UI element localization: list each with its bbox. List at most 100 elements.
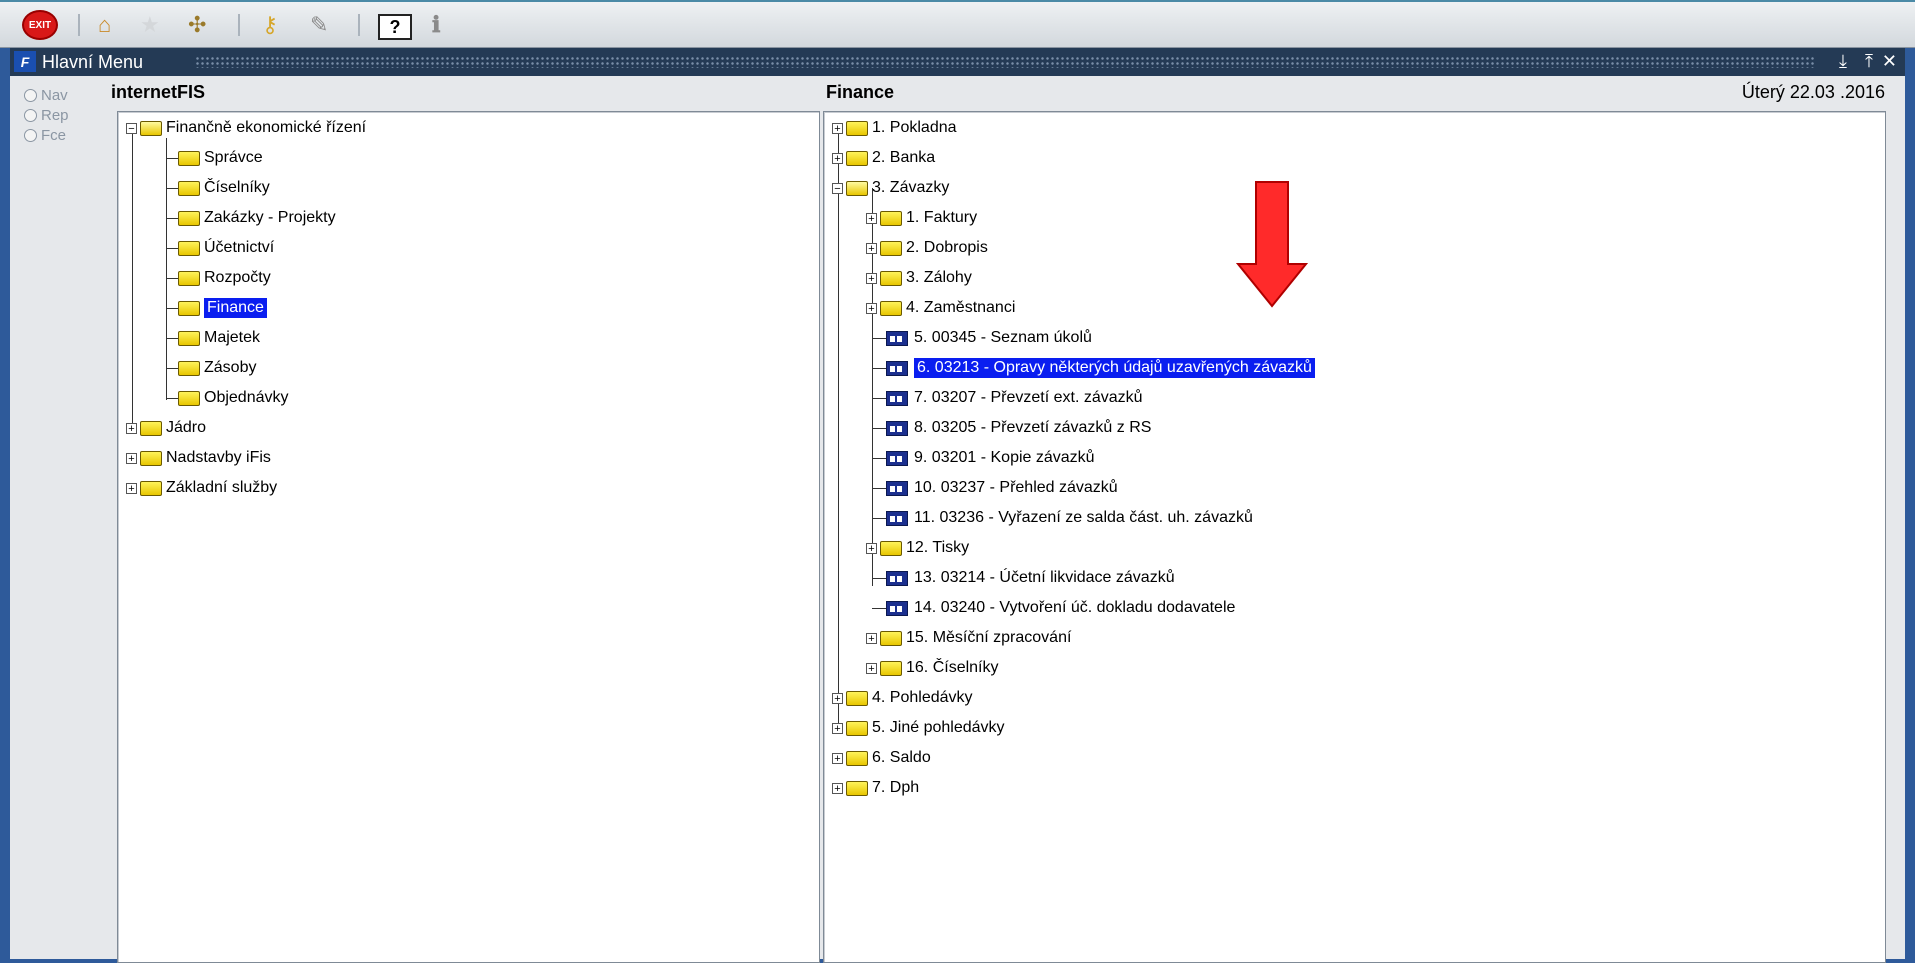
tree-node-saldo[interactable]: +6. Saldo bbox=[832, 746, 931, 770]
radio-circle-icon bbox=[24, 89, 37, 102]
tree-node-mesicni-zpracovani[interactable]: +15. Měsíční zpracování bbox=[866, 626, 1071, 650]
form-icon bbox=[886, 330, 908, 346]
tree-line bbox=[166, 398, 178, 399]
folder-icon bbox=[880, 300, 902, 316]
folder-icon bbox=[880, 660, 902, 676]
tree-node-jine-pohledavky[interactable]: +5. Jiné pohledávky bbox=[832, 716, 1005, 740]
folder-icon bbox=[846, 690, 868, 706]
form-icon bbox=[886, 510, 908, 526]
folder-icon bbox=[178, 360, 200, 376]
expand-icon: + bbox=[866, 632, 877, 644]
tree-node-root[interactable]: − Finančně ekonomické řízení bbox=[126, 116, 366, 140]
tree-line bbox=[166, 308, 178, 309]
folder-icon bbox=[178, 150, 200, 166]
help-button[interactable]: ? bbox=[378, 14, 412, 40]
tree-node-rozpocty[interactable]: Rozpočty bbox=[166, 266, 271, 290]
mode-radio-nav[interactable]: Nav bbox=[24, 87, 68, 104]
folder-icon bbox=[846, 120, 868, 136]
main-window: Nav Rep Fce internetFIS Finance Úterý 22… bbox=[10, 76, 1905, 963]
home-button[interactable]: ⌂ bbox=[98, 10, 111, 40]
tree-node-spravce[interactable]: Správce bbox=[166, 146, 263, 170]
left-panel-header: internetFIS bbox=[111, 82, 206, 102]
folder-icon bbox=[178, 300, 200, 316]
tools-button[interactable]: ✎ bbox=[310, 10, 328, 40]
tree-node-zakladni-sluzby[interactable]: + Základní služby bbox=[126, 476, 277, 500]
expand-icon: + bbox=[866, 302, 877, 314]
tree-line bbox=[166, 218, 178, 219]
tree-node-jadro[interactable]: + Jádro bbox=[126, 416, 206, 440]
expand-icon: + bbox=[126, 452, 137, 464]
mode-radio-fce[interactable]: Fce bbox=[24, 127, 66, 144]
folder-icon bbox=[140, 450, 162, 466]
radio-circle-icon bbox=[24, 109, 37, 122]
tree-node-zakazky[interactable]: Zakázky - Projekty bbox=[166, 206, 336, 230]
tree-node-form-00345[interactable]: 5. 00345 - Seznam úkolů bbox=[872, 326, 1092, 350]
window-titlebar: F Hlavní Menu ⤓ ⤒ ✕ bbox=[10, 48, 1905, 76]
tree-node-form-03240[interactable]: 14. 03240 - Vytvoření úč. dokladu dodava… bbox=[872, 596, 1235, 620]
tree-node-dph[interactable]: +7. Dph bbox=[832, 776, 919, 800]
tree-node-finance[interactable]: Finance bbox=[166, 296, 268, 320]
window-title: Hlavní Menu bbox=[42, 52, 144, 72]
tree-node-dobropis[interactable]: +2. Dobropis bbox=[866, 236, 988, 260]
tree-node-zamestnanci[interactable]: +4. Zaměstnanci bbox=[866, 296, 1015, 320]
tree-node-ciselniky[interactable]: Číselníky bbox=[166, 176, 270, 200]
toolbar-separator bbox=[358, 14, 360, 36]
form-icon bbox=[886, 600, 908, 616]
favorite-button[interactable]: ★ bbox=[140, 10, 160, 40]
info-button[interactable]: ℹ bbox=[432, 10, 440, 40]
tree-node-faktury[interactable]: +1. Faktury bbox=[866, 206, 977, 230]
tools-icon: ✎ bbox=[310, 12, 329, 37]
tree-node-form-03214[interactable]: 13. 03214 - Účetní likvidace závazků bbox=[872, 566, 1175, 590]
tree-node-form-03236[interactable]: 11. 03236 - Vyřazení ze salda část. uh. … bbox=[872, 506, 1253, 530]
tree-node-objednavky[interactable]: Objednávky bbox=[166, 386, 289, 410]
form-icon bbox=[886, 480, 908, 496]
minimize-icon[interactable]: ⤓ bbox=[1839, 51, 1847, 72]
tree-node-form-03213[interactable]: 6. 03213 - Opravy některých údajů uzavře… bbox=[872, 356, 1316, 380]
folder-icon bbox=[880, 270, 902, 286]
tree-node-nadstavby[interactable]: + Nadstavby iFis bbox=[126, 446, 271, 470]
tree-node-banka[interactable]: +2. Banka bbox=[832, 146, 935, 170]
folder-icon bbox=[178, 390, 200, 406]
expand-icon: + bbox=[866, 542, 877, 554]
network-button[interactable]: ✣ bbox=[188, 10, 206, 40]
collapse-icon: − bbox=[126, 122, 137, 134]
expand-icon: + bbox=[126, 422, 137, 434]
folder-icon bbox=[178, 240, 200, 256]
tree-node-form-03201[interactable]: 9. 03201 - Kopie závazků bbox=[872, 446, 1095, 470]
tree-node-pohledavky[interactable]: +4. Pohledávky bbox=[832, 686, 973, 710]
exit-button[interactable]: EXIT bbox=[22, 10, 58, 40]
tree-node-majetek[interactable]: Majetek bbox=[166, 326, 260, 350]
key-button[interactable]: ⚷ bbox=[262, 10, 278, 40]
tree-line bbox=[872, 397, 886, 399]
mode-radio-rep[interactable]: Rep bbox=[24, 107, 69, 124]
selected-item-label: Finance bbox=[203, 297, 268, 319]
info-icon: ℹ bbox=[432, 12, 441, 37]
tree-node-tisky[interactable]: +12. Tisky bbox=[866, 536, 969, 560]
tree-line bbox=[166, 338, 178, 339]
tree-node-zavazky[interactable]: −3. Závazky bbox=[832, 176, 949, 200]
titlebar-pattern bbox=[195, 56, 1815, 68]
tree-line bbox=[166, 248, 178, 249]
close-icon[interactable]: ✕ bbox=[1882, 51, 1897, 72]
network-icon: ✣ bbox=[188, 12, 207, 37]
tree-line bbox=[872, 487, 886, 489]
folder-icon bbox=[880, 630, 902, 646]
tree-node-form-03207[interactable]: 7. 03207 - Převzetí ext. závazků bbox=[872, 386, 1143, 410]
maximize-icon[interactable]: ⤒ bbox=[1865, 51, 1873, 72]
tree-node-pokladna[interactable]: +1. Pokladna bbox=[832, 116, 957, 140]
tree-node-ucetnictvi[interactable]: Účetnictví bbox=[166, 236, 274, 260]
folder-icon bbox=[880, 240, 902, 256]
selected-item-label: 6. 03213 - Opravy některých údajů uzavře… bbox=[913, 357, 1316, 379]
tree-node-zasoby[interactable]: Zásoby bbox=[166, 356, 256, 380]
tree-node-ciselniky[interactable]: +16. Číselníky bbox=[866, 656, 998, 680]
toolbar-separator bbox=[78, 14, 80, 36]
form-icon bbox=[886, 420, 908, 436]
expand-icon: + bbox=[866, 662, 877, 674]
folder-icon bbox=[178, 210, 200, 226]
tree-node-zalohy[interactable]: +3. Zálohy bbox=[866, 266, 972, 290]
form-icon bbox=[886, 390, 908, 406]
folder-icon bbox=[846, 150, 868, 166]
folder-icon bbox=[178, 270, 200, 286]
tree-node-form-03205[interactable]: 8. 03205 - Převzetí závazků z RS bbox=[872, 416, 1151, 440]
tree-node-form-03237[interactable]: 10. 03237 - Přehled závazků bbox=[872, 476, 1118, 500]
